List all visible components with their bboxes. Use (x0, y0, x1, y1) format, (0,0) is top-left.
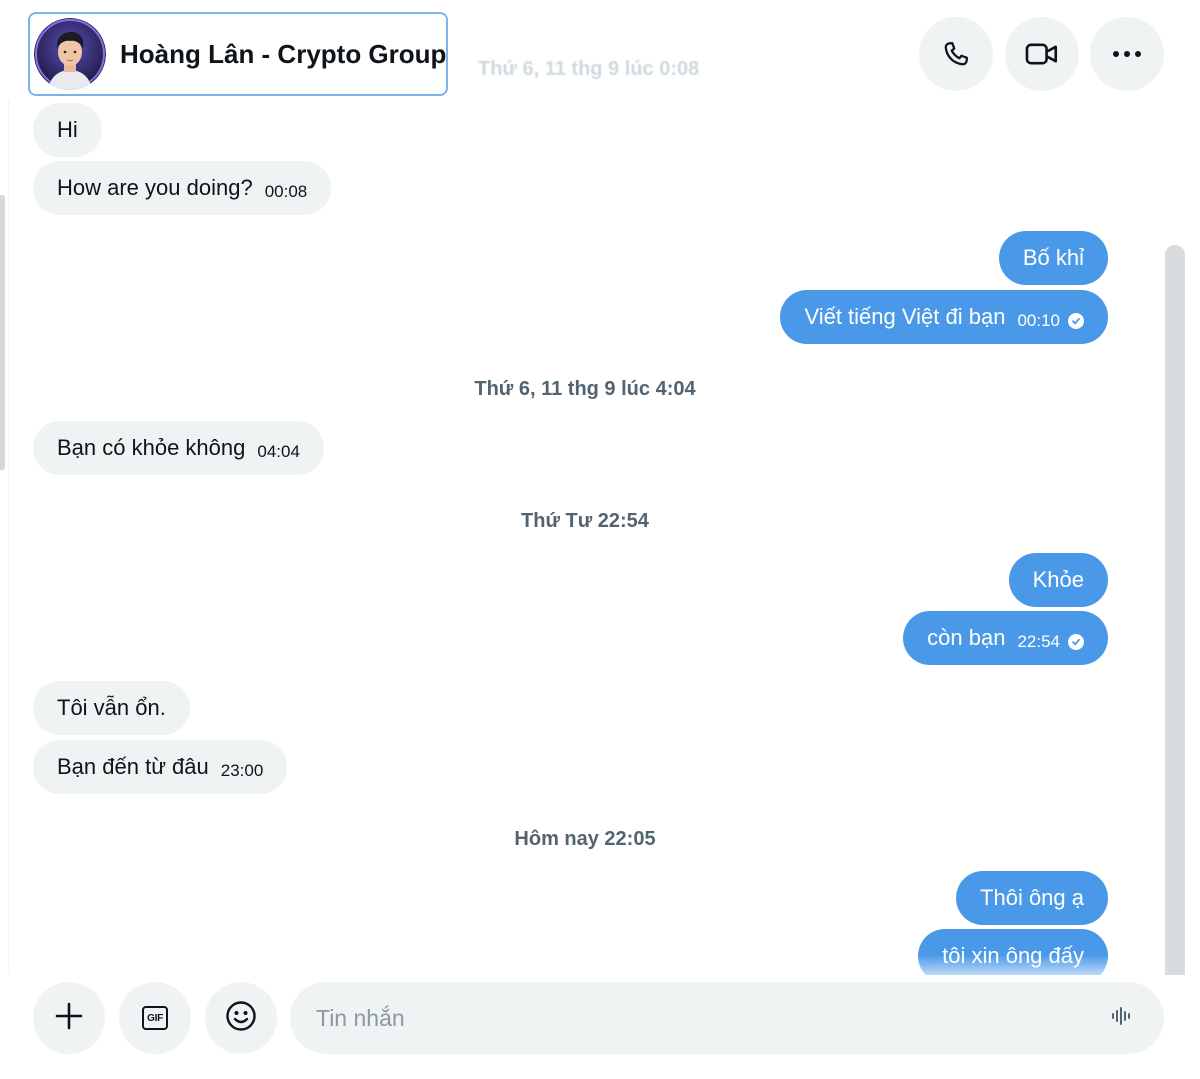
message-incoming[interactable]: Tôi vẫn ổn. (33, 681, 190, 735)
date-separator: Thứ Tư 22:54 (521, 510, 649, 532)
message-text: How are you doing? (57, 175, 253, 200)
message-text: Bạn đến từ đâu (57, 754, 209, 779)
message-time: 23:00 (220, 761, 264, 780)
voice-wave-icon (1111, 1006, 1133, 1031)
emoji-button[interactable] (205, 982, 277, 1054)
video-call-button[interactable] (1005, 17, 1079, 91)
voice-message-button[interactable] (1104, 1000, 1140, 1036)
message-text: còn bạn (927, 625, 1006, 650)
message-text: Khỏe (1032, 567, 1084, 592)
message-text: Hi (57, 117, 78, 142)
date-separator: Hôm nay 22:05 (514, 828, 656, 850)
phone-icon (941, 39, 971, 69)
date-separator-faded: Thứ 6, 11 thg 9 lúc 0:08 (478, 58, 700, 80)
message-time: 00:10 (1017, 311, 1060, 330)
contact-info-button[interactable]: Hoàng Lân - Crypto Group (28, 12, 448, 96)
message-text: Bố khỉ (1022, 245, 1084, 270)
message-incoming[interactable]: Bạn đến từ đâu 23:00 (33, 740, 288, 794)
message-incoming[interactable]: How are you doing? 00:08 (33, 161, 332, 215)
message-text: Viết tiếng Việt đi bạn (804, 304, 1006, 329)
call-button[interactable] (919, 17, 993, 91)
plus-icon (55, 1002, 83, 1035)
date-separator: Thứ 6, 11 thg 9 lúc 4:04 (474, 378, 696, 400)
message-outgoing[interactable]: còn bạn 22:54 (903, 611, 1108, 665)
message-incoming[interactable]: Bạn có khỏe không 04:04 (33, 421, 324, 475)
gif-icon: GIF (142, 1006, 168, 1030)
message-outgoing[interactable]: Thôi ông ạ (956, 871, 1108, 925)
message-text: Tôi vẫn ổn. (57, 695, 166, 720)
message-time: 00:08 (264, 182, 308, 201)
gif-button[interactable]: GIF (119, 982, 191, 1054)
read-check-icon (1068, 313, 1084, 329)
message-outgoing[interactable]: Bố khỉ (998, 231, 1108, 285)
message-text: Bạn có khỏe không (57, 435, 246, 460)
message-outgoing[interactable]: Khỏe (1008, 553, 1108, 607)
emoji-icon (225, 1000, 257, 1037)
more-dots-icon (1112, 50, 1142, 58)
avatar (34, 18, 106, 90)
message-input-container (290, 982, 1164, 1054)
more-options-button[interactable] (1090, 17, 1164, 91)
conversation-header: Thứ 6, 11 thg 9 lúc 0:08 Hoàng Lân - Cry… (0, 0, 1200, 100)
message-time: 04:04 (257, 442, 300, 461)
message-outgoing[interactable]: Viết tiếng Việt đi bạn 00:10 (780, 290, 1108, 344)
message-text: Thôi ông ạ (980, 885, 1084, 910)
message-composer: GIF (0, 975, 1200, 1079)
scrollbar[interactable] (1165, 245, 1185, 997)
message-list[interactable]: Hi How are you doing? 00:08 Bố khỉ Viết … (0, 0, 1160, 985)
chat-window: Hi How are you doing? 00:08 Bố khỉ Viết … (0, 0, 1200, 1079)
message-time: 22:54 (1017, 632, 1060, 651)
add-attachment-button[interactable] (33, 982, 105, 1054)
read-check-icon (1068, 634, 1084, 650)
message-input[interactable] (314, 1003, 1074, 1033)
video-camera-icon (1025, 39, 1059, 69)
message-incoming[interactable]: Hi (33, 103, 102, 157)
contact-name: Hoàng Lân - Crypto Group (120, 38, 447, 69)
